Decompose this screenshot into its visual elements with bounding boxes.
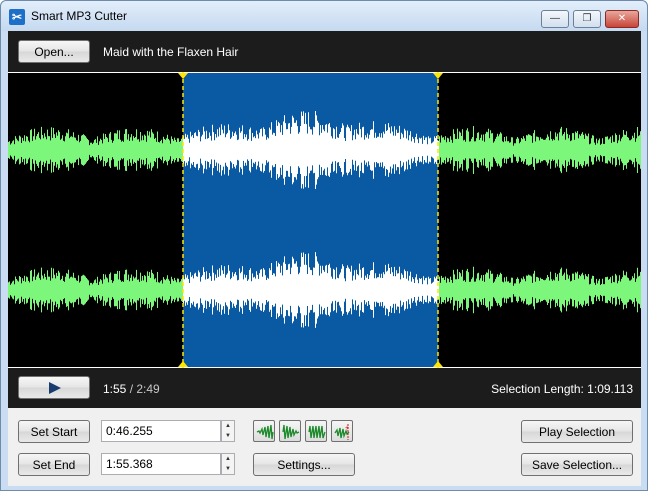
set-start-button[interactable]: Set Start <box>18 420 90 443</box>
end-time-spinner[interactable]: ▲ ▼ <box>221 453 235 475</box>
end-spin-up-icon[interactable]: ▲ <box>222 454 234 464</box>
normalize-icon <box>308 425 326 439</box>
set-end-button[interactable]: Set End <box>18 453 90 476</box>
save-selection-button[interactable]: Save Selection... <box>521 453 633 476</box>
close-button[interactable]: ✕ <box>605 10 639 28</box>
current-time: 1:55 <box>103 382 127 396</box>
close-icon: ✕ <box>617 13 627 24</box>
controls-panel: Set Start 0:46.255 ▲ ▼ Set End 1:55.368 … <box>8 408 641 486</box>
app-window: ✂ Smart MP3 Cutter — ❐ ✕ Open... Maid wi… <box>0 0 648 491</box>
add-marker-icon: + <box>334 424 350 440</box>
add-marker-button[interactable]: + <box>331 420 353 442</box>
fade-in-icon <box>256 424 274 440</box>
start-time-spinner[interactable]: ▲ ▼ <box>221 420 235 442</box>
transport-bar: 1:55 / 2:49 Selection Length: 1:09.113 <box>8 368 641 408</box>
end-spin-down-icon[interactable]: ▼ <box>222 464 234 474</box>
file-bar: Open... Maid with the Flaxen Hair <box>8 31 641 72</box>
waveform-canvas[interactable] <box>8 72 641 368</box>
title-bar: ✂ Smart MP3 Cutter — ❐ ✕ <box>1 1 647 31</box>
minimize-button[interactable]: — <box>541 10 569 28</box>
start-time-field[interactable]: 0:46.255 <box>101 420 221 442</box>
play-icon <box>49 382 61 394</box>
start-spin-down-icon[interactable]: ▼ <box>222 431 234 441</box>
client-area: Open... Maid with the Flaxen Hair 1:55 /… <box>8 31 641 486</box>
fade-out-icon <box>282 424 300 440</box>
selection-region[interactable] <box>183 73 438 367</box>
total-time: 2:49 <box>136 382 160 396</box>
maximize-button[interactable]: ❐ <box>573 10 601 28</box>
start-spin-up-icon[interactable]: ▲ <box>222 421 234 431</box>
time-separator: / <box>126 382 137 396</box>
file-title: Maid with the Flaxen Hair <box>103 45 239 59</box>
play-selection-button[interactable]: Play Selection <box>521 420 633 443</box>
fade-in-button[interactable] <box>253 420 275 442</box>
maximize-icon: ❐ <box>582 13 592 24</box>
minimize-icon: — <box>550 13 560 24</box>
window-title: Smart MP3 Cutter <box>31 9 128 23</box>
waveform-view[interactable] <box>8 72 641 368</box>
open-button[interactable]: Open... <box>18 40 90 63</box>
scissors-icon: ✂ <box>9 9 25 25</box>
play-button[interactable] <box>18 376 90 399</box>
settings-button[interactable]: Settings... <box>253 453 355 476</box>
normalize-button[interactable] <box>305 420 327 442</box>
end-time-field[interactable]: 1:55.368 <box>101 453 221 475</box>
fade-out-button[interactable] <box>279 420 301 442</box>
selection-length: Selection Length: 1:09.113 <box>491 382 633 396</box>
svg-text:+: + <box>345 425 349 432</box>
playback-time: 1:55 / 2:49 <box>103 382 160 396</box>
